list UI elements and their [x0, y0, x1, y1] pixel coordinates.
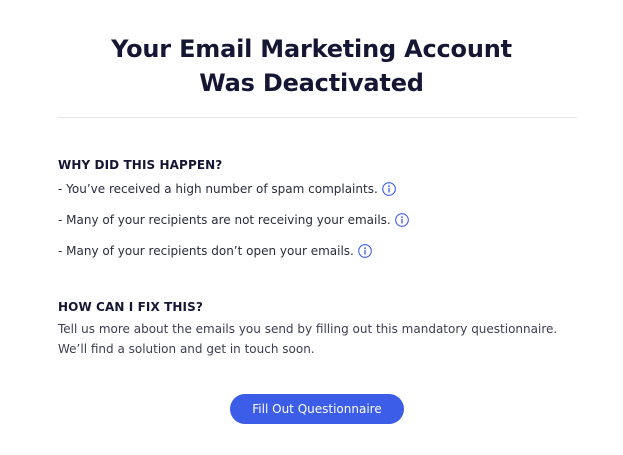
- reason-item: - Many of your recipients are not receiv…: [58, 212, 578, 228]
- why-heading: WHY DID THIS HAPPEN?: [58, 158, 223, 172]
- info-icon[interactable]: [358, 244, 372, 258]
- reason-text: - You’ve received a high number of spam …: [58, 182, 378, 196]
- fix-description: Tell us more about the emails you send b…: [58, 319, 578, 359]
- fix-section: HOW CAN I FIX THIS? Tell us more about t…: [58, 299, 578, 359]
- page-title: Your Email Marketing Account Was Deactiv…: [0, 32, 623, 100]
- why-section: WHY DID THIS HAPPEN? - You’ve received a…: [58, 157, 578, 259]
- fill-out-questionnaire-button[interactable]: Fill Out Questionnaire: [230, 394, 404, 424]
- fix-line-1: Tell us more about the emails you send b…: [58, 322, 558, 336]
- title-line-1: Your Email Marketing Account: [111, 35, 512, 63]
- reason-item: - Many of your recipients don’t open you…: [58, 243, 578, 259]
- reason-text: - Many of your recipients are not receiv…: [58, 213, 391, 227]
- fix-line-2: We’ll find a solution and get in touch s…: [58, 342, 315, 356]
- deactivation-notice: Your Email Marketing Account Was Deactiv…: [0, 0, 623, 455]
- title-line-2: Was Deactivated: [199, 69, 424, 97]
- reason-item: - You’ve received a high number of spam …: [58, 181, 578, 197]
- info-icon[interactable]: [381, 182, 396, 196]
- info-icon[interactable]: [394, 213, 409, 227]
- reason-text: - Many of your recipients don’t open you…: [58, 244, 354, 258]
- fix-heading: HOW CAN I FIX THIS?: [58, 300, 203, 314]
- divider: [58, 117, 577, 118]
